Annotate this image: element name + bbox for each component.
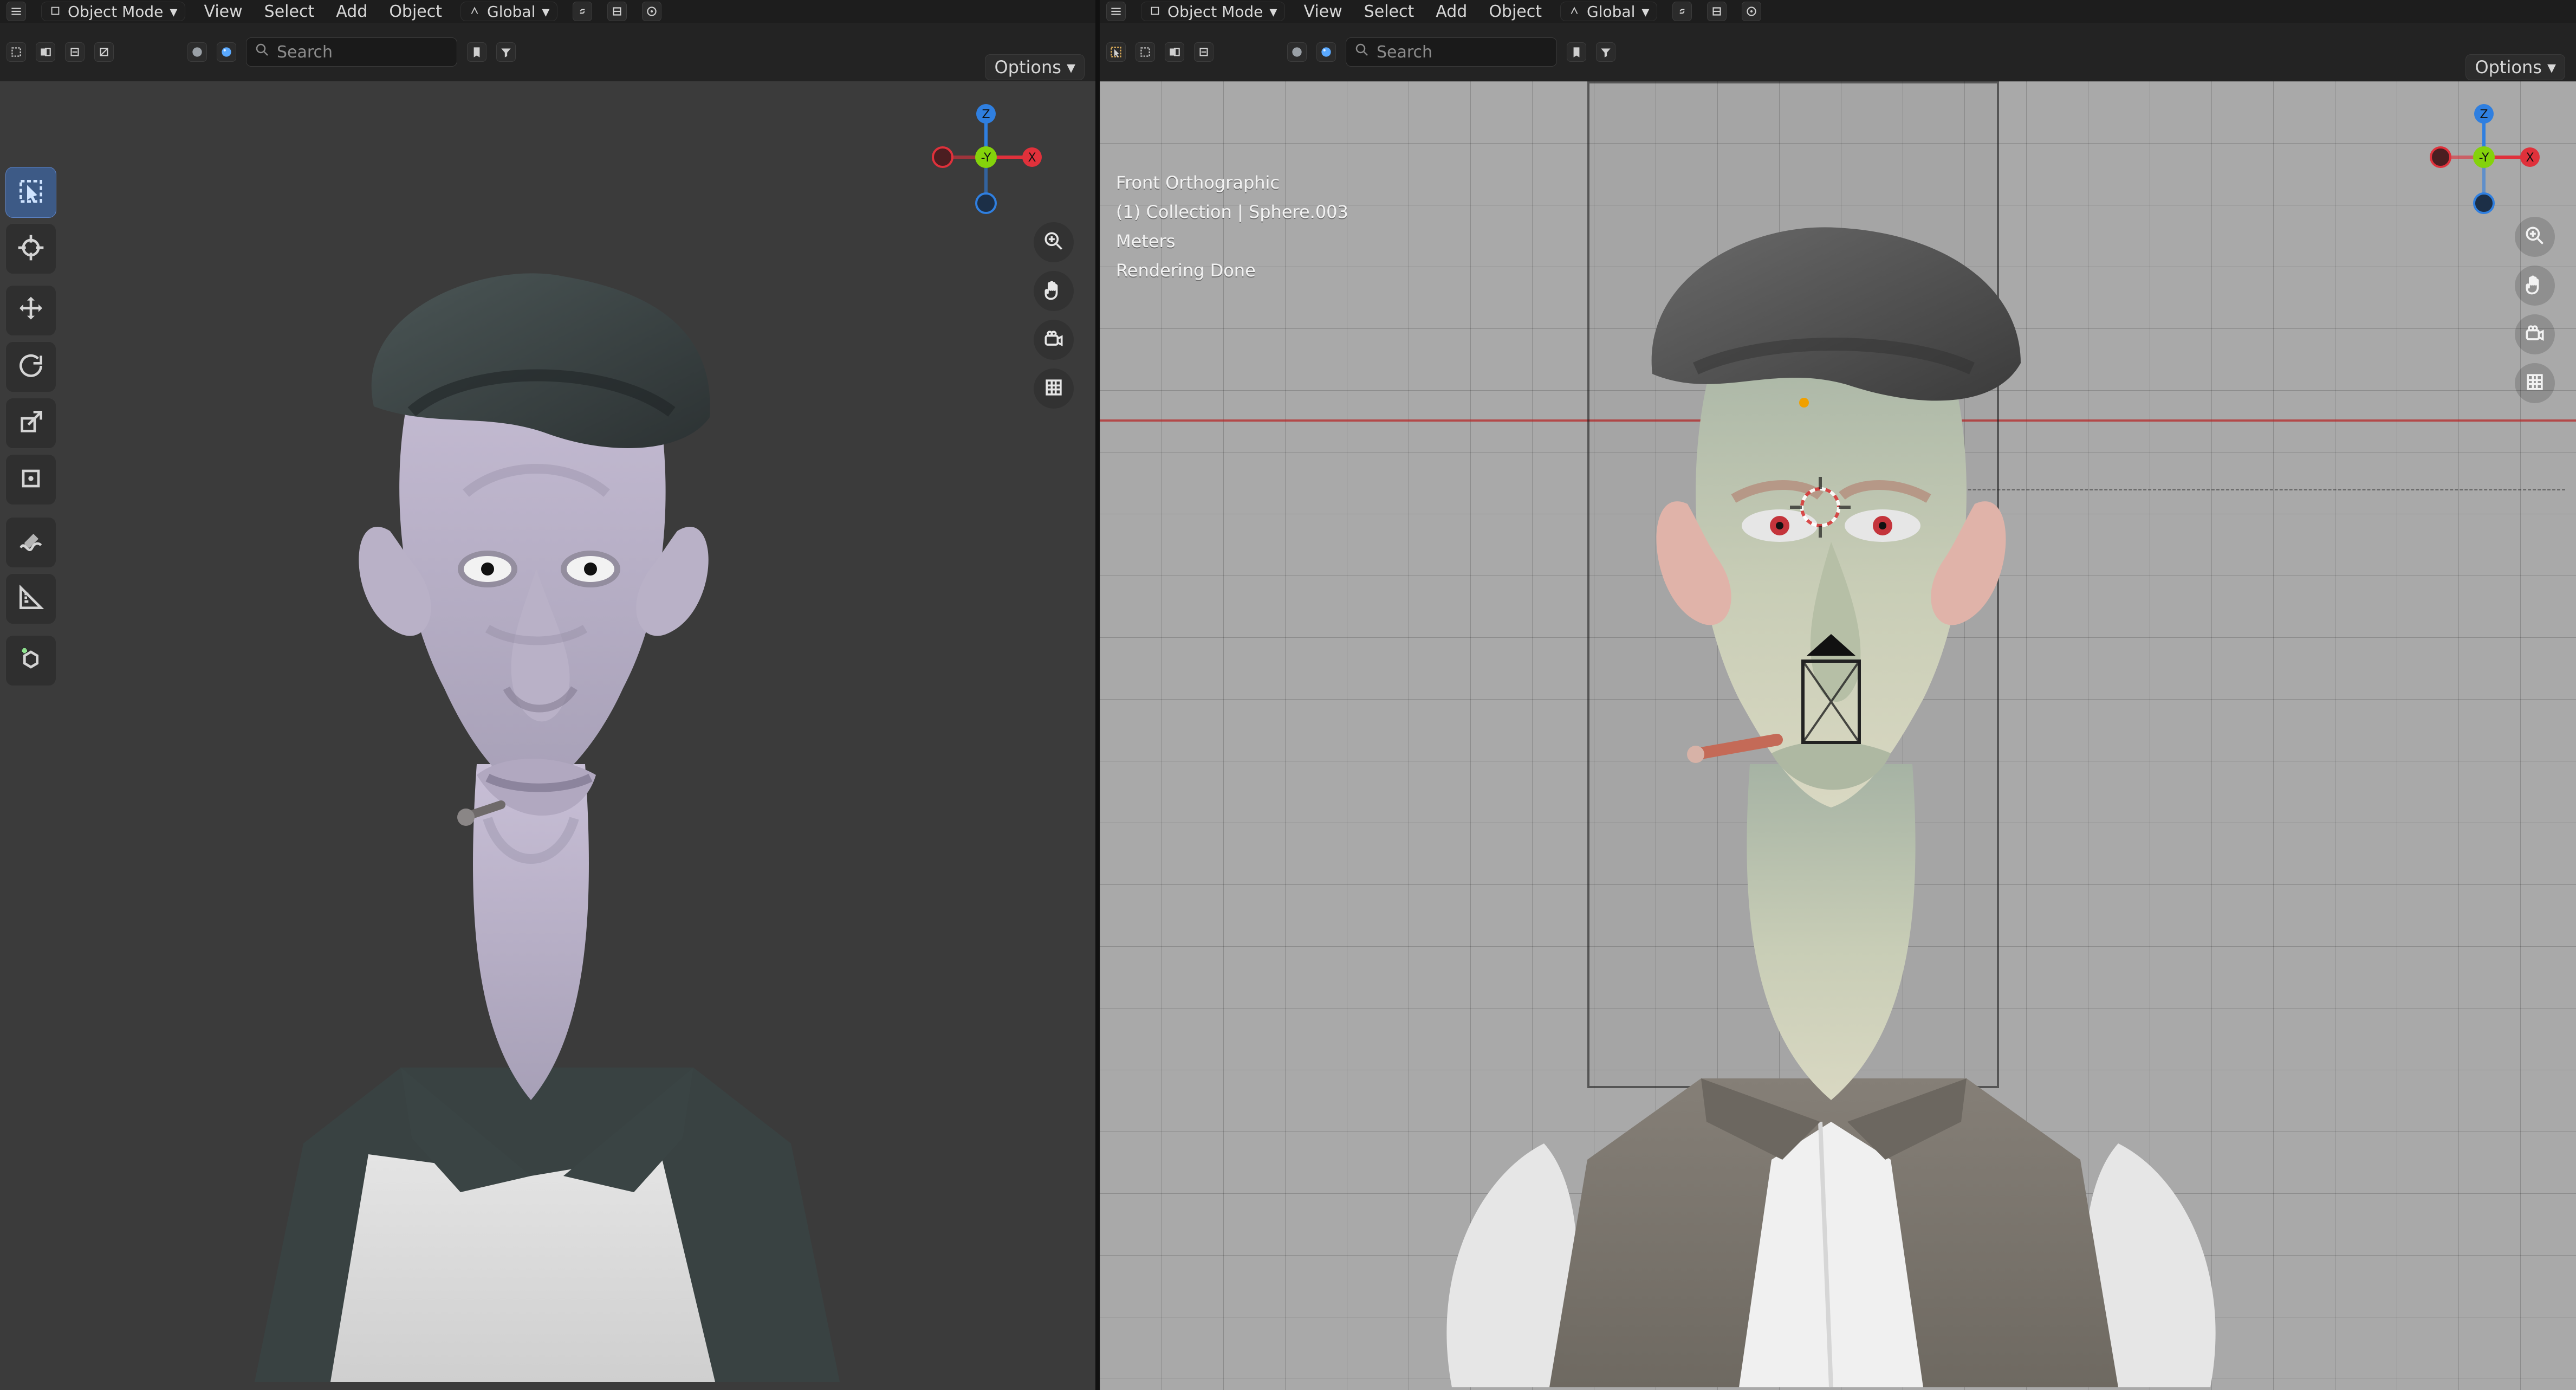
right-search-placeholder: Search — [1377, 42, 1433, 62]
chevron-down-icon: ▾ — [542, 2, 550, 21]
select-invert-icon[interactable] — [94, 42, 114, 62]
object-origin-dot — [1799, 398, 1809, 408]
filter-icon[interactable] — [1596, 42, 1615, 62]
left-3d-viewport[interactable]: Z -Y X — [0, 81, 1095, 1390]
filter-icon[interactable] — [496, 42, 516, 62]
right-header-bottom-row: Search — [1100, 33, 2576, 72]
right-link-icon[interactable] — [1672, 2, 1692, 21]
chevron-down-icon: ▾ — [1641, 2, 1650, 21]
right-mode-icon — [1149, 3, 1161, 21]
search-icon — [1354, 42, 1370, 62]
right-rendered-model — [1446, 227, 2216, 1388]
orientation-icon — [1568, 3, 1580, 21]
left-options-dropdown[interactable]: Options ▾ — [985, 54, 1085, 80]
left-menu-view[interactable]: View — [200, 2, 245, 21]
right-menu-view[interactable]: View — [1300, 2, 1345, 21]
viewport-split-divider[interactable] — [1095, 0, 1100, 1390]
right-header-top: Object Mode ▾ View Select Add Object Glo… — [1100, 0, 2576, 23]
left-link-icon[interactable] — [573, 2, 593, 21]
left-header-bottom-row: Search — [0, 33, 1095, 72]
left-proportional-icon[interactable] — [642, 2, 662, 21]
left-menu-select[interactable]: Select — [261, 2, 318, 21]
orientation-icon — [469, 3, 481, 21]
left-snap-icon[interactable] — [607, 2, 627, 21]
shading-material-icon[interactable] — [1316, 42, 1336, 62]
select-extend-icon[interactable] — [36, 42, 55, 62]
left-mode-icon — [49, 3, 61, 21]
shading-material-icon[interactable] — [217, 42, 236, 62]
left-menu-object[interactable]: Object — [386, 2, 445, 21]
left-mode-dropdown[interactable]: Object Mode ▾ — [41, 2, 186, 21]
chevron-down-icon: ▾ — [1269, 2, 1277, 21]
left-transform-orientation[interactable]: Global ▾ — [460, 2, 558, 21]
select-extend-icon[interactable] — [1165, 42, 1184, 62]
right-orientation-label: Global — [1587, 2, 1636, 21]
chevron-down-icon: ▾ — [170, 2, 178, 21]
select-subtract-icon[interactable] — [1194, 42, 1214, 62]
right-menu-object[interactable]: Object — [1485, 2, 1545, 21]
right-options-label: Options — [2475, 57, 2542, 77]
left-orientation-label: Global — [487, 2, 536, 21]
select-box-icon[interactable] — [7, 42, 26, 62]
blender-app: Object Mode ▾ View Select Add Object Glo… — [0, 0, 2576, 1390]
right-options-dropdown[interactable]: Options ▾ — [2465, 54, 2565, 80]
left-header-bottom: Search Options ▾ — [0, 23, 1095, 81]
left-viewport-panel: Object Mode ▾ View Select Add Object Glo… — [0, 0, 1095, 1390]
right-menu-add[interactable]: Add — [1432, 2, 1470, 21]
chevron-down-icon: ▾ — [2547, 57, 2556, 77]
right-menu-select[interactable]: Select — [1361, 2, 1418, 21]
search-icon — [254, 42, 270, 62]
left-header-top: Object Mode ▾ View Select Add Object Glo… — [0, 0, 1095, 23]
shading-solid-icon[interactable] — [1287, 42, 1307, 62]
right-viewport-panel: Object Mode ▾ View Select Add Object Glo… — [1100, 0, 2576, 1390]
right-header-top-row: Object Mode ▾ View Select Add Object Glo… — [1100, 0, 2576, 23]
shading-solid-icon[interactable] — [187, 42, 207, 62]
select-box-icon[interactable] — [1135, 42, 1155, 62]
right-mode-dropdown[interactable]: Object Mode ▾ — [1141, 2, 1286, 21]
left-search-placeholder: Search — [277, 42, 333, 62]
select-subtract-icon[interactable] — [65, 42, 85, 62]
left-options-label: Options — [994, 57, 1061, 77]
chevron-down-icon: ▾ — [1066, 57, 1075, 77]
right-editor-type-icon[interactable] — [1106, 2, 1126, 21]
right-transform-orientation[interactable]: Global ▾ — [1560, 2, 1658, 21]
right-header-bottom: Search Options ▾ — [1100, 23, 2576, 81]
left-search-input[interactable]: Search — [246, 37, 457, 67]
right-search-input[interactable]: Search — [1346, 37, 1557, 67]
left-header-top-row: Object Mode ▾ View Select Add Object Glo… — [0, 0, 1095, 23]
left-menu-add[interactable]: Add — [333, 2, 371, 21]
left-sculpt-model — [255, 273, 840, 1382]
right-snap-icon[interactable] — [1707, 2, 1727, 21]
right-proportional-icon[interactable] — [1742, 2, 1762, 21]
left-mode-label: Object Mode — [68, 2, 164, 21]
right-mode-label: Object Mode — [1167, 2, 1263, 21]
bookmark-icon[interactable] — [467, 42, 486, 62]
bookmark-icon[interactable] — [1567, 42, 1586, 62]
right-active-tool-icon[interactable] — [1106, 42, 1126, 62]
right-3d-viewport[interactable]: Front Orthographic (1) Collection | Sphe… — [1100, 81, 2576, 1390]
left-editor-type-icon[interactable] — [7, 2, 26, 21]
